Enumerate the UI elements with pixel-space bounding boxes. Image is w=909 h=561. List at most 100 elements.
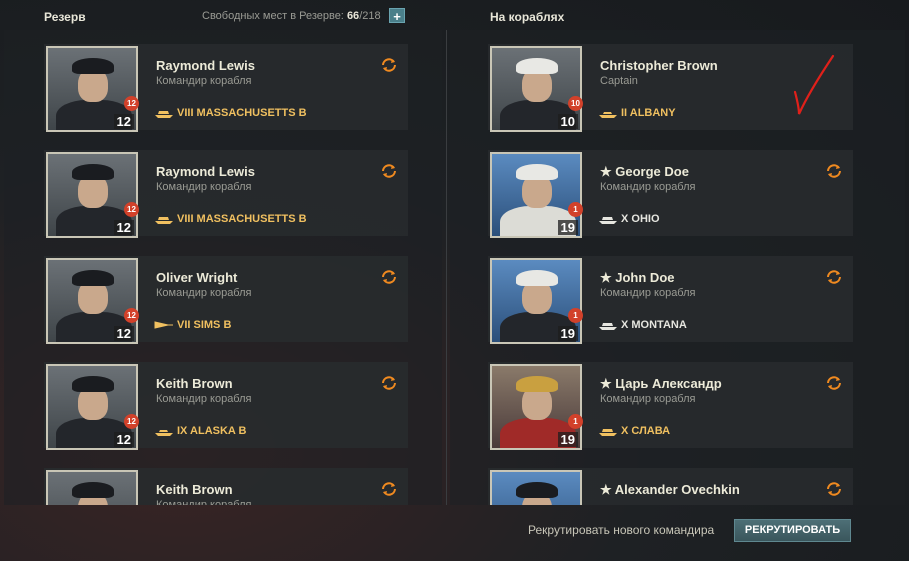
reserve-free-label: Свободных мест в Резерве: — [202, 10, 344, 22]
checkmark-icon — [793, 54, 835, 115]
commander-level: 12 — [113, 220, 134, 235]
portrait-helmet — [516, 482, 558, 498]
commander-name: ★ Alexander Ovechkin — [600, 482, 740, 497]
commander-card[interactable]: Keith Brown Командир корабля — [44, 468, 408, 505]
commander-card[interactable]: 10 10 Christopher Brown Captain II ALBAN… — [488, 44, 853, 132]
battleship-icon — [599, 322, 617, 330]
column-divider — [446, 30, 447, 505]
skill-points-badge: 1 — [568, 414, 583, 429]
ship-assignment: VIII MASSACHUSETTS B — [154, 210, 307, 226]
reserve-total: /218 — [359, 10, 381, 22]
recruit-prompt: Рекрутировать нового командира — [528, 523, 715, 537]
commander-card[interactable]: ★ Alexander Ovechkin — [488, 468, 853, 505]
commander-card[interactable]: 19 1 ★ George Doe Командир корабля X OHI… — [488, 150, 853, 238]
commander-role: Командир корабля — [600, 287, 696, 299]
ship-name: VIII MASSACHUSETTS B — [177, 212, 307, 225]
commander-role: Captain — [600, 75, 638, 87]
portrait-cap — [72, 164, 114, 180]
commander-portrait: 12 — [46, 46, 138, 132]
commander-name: ★ George Doe — [600, 164, 689, 179]
commander-role: Командир корабля — [600, 393, 696, 405]
commander-role: Командир корабля — [156, 75, 252, 87]
portrait-cap — [516, 270, 558, 286]
reserve-list[interactable]: 12 12 Raymond Lewis Командир корабля VII… — [4, 30, 442, 505]
battleship-icon — [155, 110, 173, 118]
commander-name: Keith Brown — [156, 482, 233, 497]
ship-name: IX ALASKA B — [177, 424, 247, 437]
ship-name: X СЛАВА — [621, 424, 671, 437]
portrait-crown — [516, 376, 558, 392]
ship-assignment: X СЛАВА — [598, 422, 670, 438]
commander-role: Командир корабля — [600, 181, 696, 193]
ship-assignment: IX ALASKA B — [154, 422, 246, 438]
commander-level: 19 — [557, 432, 578, 447]
portrait-cap — [516, 58, 558, 74]
portrait-cap — [72, 376, 114, 392]
skill-points-badge: 12 — [124, 202, 139, 217]
swap-icon[interactable] — [825, 374, 843, 392]
ship-assignment: VIII MASSACHUSETTS B — [154, 104, 307, 120]
reserve-free-count: 66 — [346, 10, 360, 22]
commander-card[interactable]: 12 12 Keith Brown Командир корабля IX AL… — [44, 362, 408, 450]
swap-icon[interactable] — [825, 268, 843, 286]
commander-role: Командир корабля — [156, 393, 252, 405]
commander-card[interactable]: 12 12 Raymond Lewis Командир корабля VII… — [44, 44, 408, 132]
swap-icon[interactable] — [380, 162, 398, 180]
battleship-icon — [599, 216, 617, 224]
commander-name: Keith Brown — [156, 376, 233, 391]
ship-name: X OHIO — [621, 212, 660, 225]
ship-assignment: II ALBANY — [598, 104, 676, 120]
commander-card[interactable]: 12 12 Raymond Lewis Командир корабля VII… — [44, 150, 408, 238]
recruit-button[interactable]: РЕКРУТИРОВАТЬ — [734, 519, 851, 542]
commander-portrait: 12 — [46, 258, 138, 344]
portrait-cap — [516, 164, 558, 180]
commander-portrait — [490, 470, 582, 505]
commander-portrait — [46, 470, 138, 505]
ship-name: X MONTANA — [621, 318, 687, 331]
commander-portrait: 19 — [490, 152, 582, 238]
skill-points-badge: 12 — [124, 308, 139, 323]
commander-portrait: 12 — [46, 364, 138, 450]
commander-name: ★ John Doe — [600, 270, 675, 285]
commander-role: Командир корабля — [156, 499, 252, 505]
commander-level: 12 — [113, 432, 134, 447]
commander-name: Christopher Brown — [600, 58, 718, 73]
commander-role: Командир корабля — [156, 287, 252, 299]
swap-icon[interactable] — [380, 374, 398, 392]
commander-level: 12 — [113, 326, 134, 341]
onships-title: На кораблях — [490, 10, 565, 24]
portrait-cap — [72, 58, 114, 74]
ship-name: II ALBANY — [621, 106, 676, 119]
reserve-free-slots: Свободных мест в Резерве: 66/218 — [202, 10, 381, 22]
commander-level: 19 — [557, 326, 578, 341]
swap-icon[interactable] — [825, 162, 843, 180]
skill-points-badge: 12 — [124, 96, 139, 111]
ship-name: VII SIMS B — [177, 318, 232, 331]
commander-card[interactable]: 19 1 ★ John Doe Командир корабля X MONTA… — [488, 256, 853, 344]
skill-points-badge: 12 — [124, 414, 139, 429]
commander-card[interactable]: 12 12 Oliver Wright Командир корабля VII… — [44, 256, 408, 344]
commander-portrait: 10 — [490, 46, 582, 132]
commander-level: 10 — [557, 114, 578, 129]
cruiser-icon — [599, 111, 617, 118]
commander-portrait: 19 — [490, 364, 582, 450]
portrait-cap — [72, 482, 114, 498]
commander-name: Raymond Lewis — [156, 164, 255, 179]
ship-assignment: X MONTANA — [598, 316, 687, 332]
skill-points-badge: 1 — [568, 308, 583, 323]
onships-list[interactable]: 10 10 Christopher Brown Captain II ALBAN… — [450, 30, 905, 505]
commander-role: Командир корабля — [156, 181, 252, 193]
swap-icon[interactable] — [380, 56, 398, 74]
commander-name: Oliver Wright — [156, 270, 238, 285]
swap-icon[interactable] — [380, 268, 398, 286]
commander-portrait: 12 — [46, 152, 138, 238]
commander-name: Raymond Lewis — [156, 58, 255, 73]
commander-card[interactable]: 19 1 ★ Царь Александр Командир корабля X… — [488, 362, 853, 450]
add-reserve-slot-button[interactable]: + — [389, 8, 405, 24]
swap-icon[interactable] — [380, 480, 398, 498]
skill-points-badge: 10 — [568, 96, 583, 111]
commander-portrait: 19 — [490, 258, 582, 344]
battleship-icon — [155, 216, 173, 224]
skill-points-badge: 1 — [568, 202, 583, 217]
swap-icon[interactable] — [825, 480, 843, 498]
